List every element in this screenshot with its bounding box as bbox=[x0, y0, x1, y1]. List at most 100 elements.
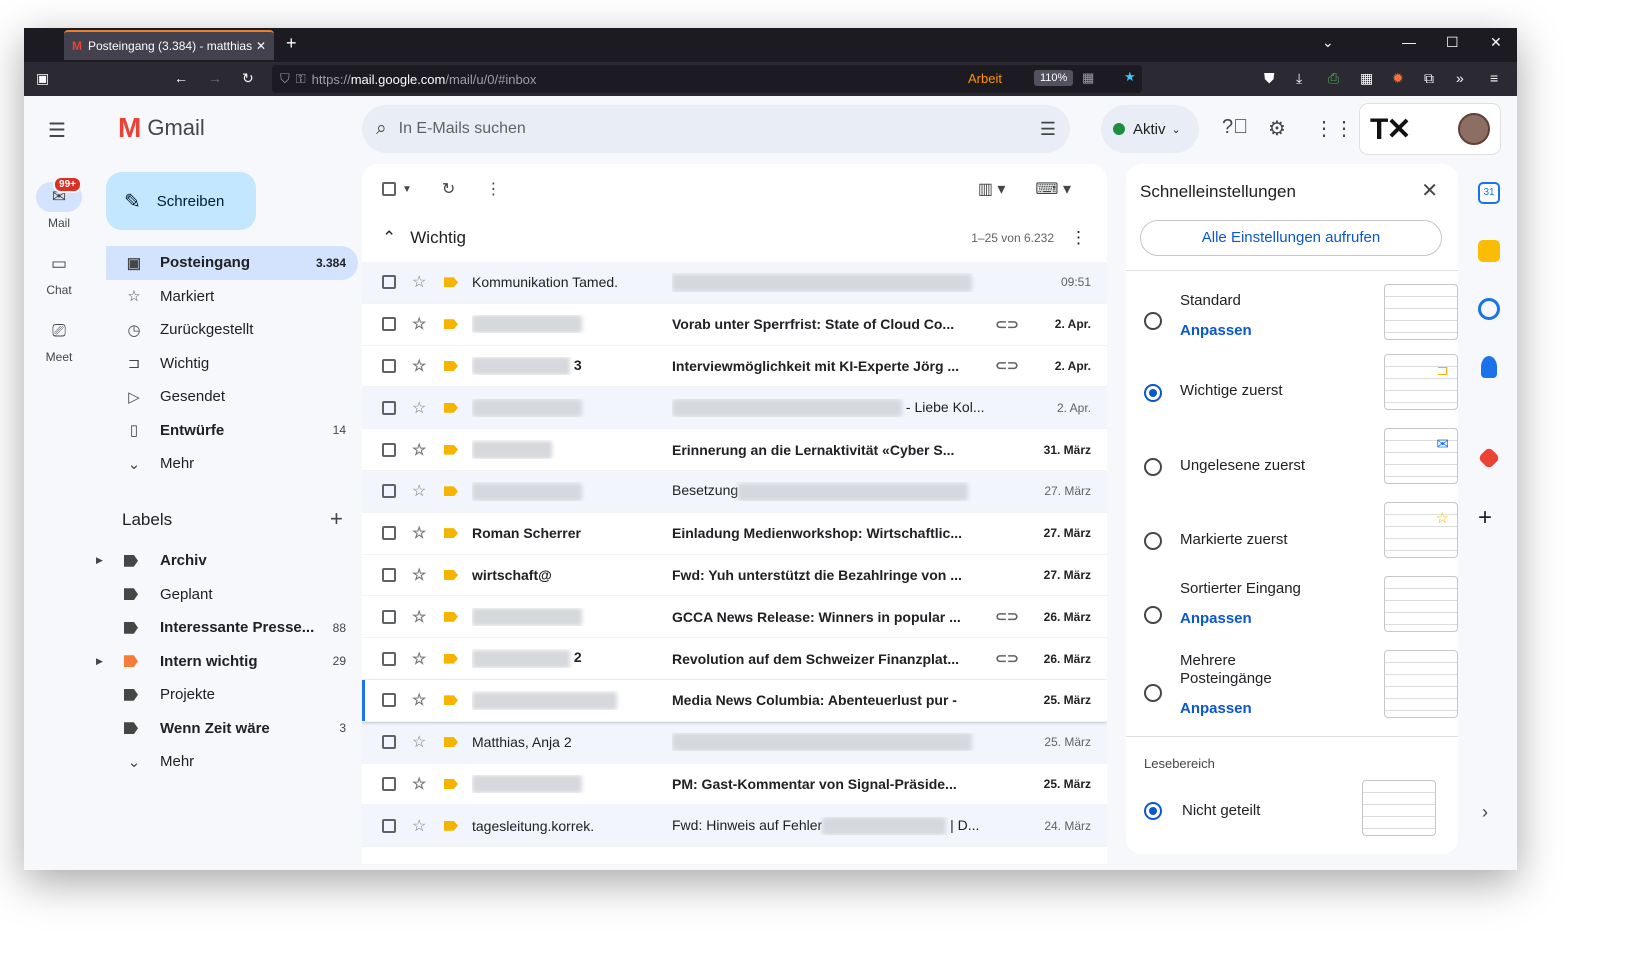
label-item[interactable]: Interessante Presse... 88 bbox=[106, 611, 358, 645]
row-checkbox[interactable] bbox=[382, 484, 396, 499]
search-bar[interactable]: ⌕ In E-Mails suchen ☰ bbox=[362, 105, 1070, 153]
star-icon[interactable]: ☆ bbox=[412, 440, 436, 460]
download-icon[interactable]: ⤓ bbox=[1296, 70, 1302, 87]
rail-chat[interactable]: ▭ Chat bbox=[24, 249, 94, 297]
select-all-checkbox[interactable] bbox=[382, 182, 396, 196]
star-icon[interactable]: ☆ bbox=[412, 649, 436, 669]
star-icon[interactable]: ☆ bbox=[412, 398, 436, 418]
keep-icon[interactable] bbox=[1478, 240, 1500, 262]
table-row[interactable]: ☆ - Liebe Kol... 2. Apr. bbox=[362, 387, 1107, 430]
maximize-icon[interactable]: ☐ bbox=[1446, 34, 1459, 51]
customize-link[interactable]: Anpassen bbox=[1180, 700, 1252, 717]
browser-tab[interactable]: M Posteingang (3.384) - matthias ✕ bbox=[64, 30, 274, 60]
refresh-icon[interactable]: ↻ bbox=[442, 179, 455, 199]
chevron-right-icon[interactable]: › bbox=[1482, 802, 1488, 823]
row-checkbox[interactable] bbox=[382, 358, 396, 373]
close-window-icon[interactable]: ✕ bbox=[1490, 34, 1502, 51]
important-marker-icon[interactable] bbox=[444, 737, 458, 748]
printer-icon[interactable]: ⎙ bbox=[1328, 70, 1339, 87]
reload-icon[interactable]: ↻ bbox=[242, 70, 254, 87]
expand-icon[interactable]: ▶ bbox=[96, 555, 103, 566]
sidebar-item-inbox[interactable]: ▣ Posteingang 3.384 bbox=[106, 246, 358, 280]
more-vert-icon[interactable]: ⋮ bbox=[485, 179, 501, 199]
calendar-icon[interactable]: 31 bbox=[1478, 182, 1500, 204]
label-more[interactable]: ⌄ Mehr bbox=[106, 745, 358, 779]
sidebar-item-sent[interactable]: ▷ Gesendet bbox=[106, 380, 358, 414]
star-icon[interactable]: ☆ bbox=[412, 523, 436, 543]
row-checkbox[interactable] bbox=[382, 526, 396, 541]
tab-list-icon[interactable]: ⌄ bbox=[1322, 34, 1334, 51]
star-icon[interactable]: ☆ bbox=[412, 356, 436, 376]
sidebar-item-important[interactable]: ⊐ Wichtig bbox=[106, 347, 358, 381]
search-options-icon[interactable]: ☰ bbox=[1040, 119, 1056, 140]
grid-extension-icon[interactable]: ▦ bbox=[1360, 70, 1373, 87]
star-icon[interactable]: ☆ bbox=[412, 607, 436, 627]
rail-meet[interactable]: ⎚ Meet bbox=[24, 316, 94, 364]
row-checkbox[interactable] bbox=[382, 317, 396, 332]
table-row[interactable]: ☆ PM: Gast-Kommentar von Signal-Präside.… bbox=[362, 763, 1107, 806]
table-row[interactable]: ☆ Roman Scherrer Einladung Medienworkshop:… bbox=[362, 512, 1107, 555]
row-checkbox[interactable] bbox=[382, 609, 396, 624]
expand-icon[interactable]: ▶ bbox=[96, 656, 103, 667]
important-marker-icon[interactable] bbox=[444, 486, 458, 497]
row-checkbox[interactable] bbox=[382, 651, 396, 666]
rail-mail[interactable]: ✉ 99+ Mail bbox=[24, 176, 94, 230]
star-icon[interactable]: ☆ bbox=[412, 816, 436, 836]
important-marker-icon[interactable] bbox=[444, 695, 458, 706]
overflow-icon[interactable]: » bbox=[1456, 70, 1464, 86]
avatar[interactable] bbox=[1458, 113, 1490, 145]
important-marker-icon[interactable] bbox=[444, 444, 458, 455]
compose-button[interactable]: ✎ Schreiben bbox=[106, 172, 256, 230]
star-icon[interactable]: ☆ bbox=[412, 774, 436, 794]
star-icon[interactable]: ☆ bbox=[412, 481, 436, 501]
back-icon[interactable]: ← bbox=[174, 70, 188, 86]
important-marker-icon[interactable] bbox=[444, 402, 458, 413]
label-item[interactable]: ▶ Archiv bbox=[96, 544, 358, 578]
label-item[interactable]: Wenn Zeit wäre 3 bbox=[106, 712, 358, 746]
star-icon[interactable]: ☆ bbox=[412, 314, 436, 334]
addon-icon[interactable] bbox=[1477, 446, 1501, 470]
star-icon[interactable]: ☆ bbox=[412, 565, 436, 585]
star-icon[interactable]: ☆ bbox=[412, 272, 436, 292]
star-icon[interactable]: ☆ bbox=[412, 732, 436, 752]
radio-multiple[interactable] bbox=[1144, 684, 1162, 702]
gmail-logo[interactable]: M Gmail bbox=[118, 112, 205, 144]
account-area[interactable]: T✕ bbox=[1360, 104, 1500, 154]
row-checkbox[interactable] bbox=[382, 400, 396, 415]
star-icon[interactable]: ☆ bbox=[412, 690, 436, 710]
table-row[interactable]: ☆ Vorab unter Sperrfrist: State of Cloud… bbox=[362, 303, 1107, 346]
table-row[interactable]: ☆ Erinnerung an die Lernaktivität «Cyber… bbox=[362, 429, 1107, 471]
add-label-icon[interactable]: + bbox=[330, 506, 343, 532]
important-marker-icon[interactable] bbox=[444, 528, 458, 539]
important-marker-icon[interactable] bbox=[444, 360, 458, 371]
section-menu-icon[interactable]: ⋮ bbox=[1070, 228, 1087, 248]
add-addon-icon[interactable]: + bbox=[1478, 504, 1492, 532]
url-bar[interactable]: ⛉ ⚿ https://mail.google.com/mail/u/0/#in… bbox=[272, 65, 1142, 93]
bookmark-star-icon[interactable]: ★ bbox=[1124, 69, 1136, 85]
contacts-icon[interactable] bbox=[1481, 356, 1497, 378]
input-tools-icon[interactable]: ⌨ ▾ bbox=[1035, 179, 1071, 199]
important-marker-icon[interactable] bbox=[444, 653, 458, 664]
important-marker-icon[interactable] bbox=[444, 820, 458, 831]
important-marker-icon[interactable] bbox=[444, 778, 458, 789]
table-row[interactable]: ☆ Besetzung 27. März bbox=[362, 470, 1107, 513]
row-checkbox[interactable] bbox=[382, 818, 396, 833]
all-settings-button[interactable]: Alle Einstellungen aufrufen bbox=[1140, 220, 1442, 256]
label-item[interactable]: ▶ Intern wichtig 29 bbox=[96, 645, 358, 679]
customize-link[interactable]: Anpassen bbox=[1180, 610, 1252, 627]
table-row[interactable]: ☆ 2 Revolution auf dem Schweizer Finanzpl… bbox=[362, 638, 1107, 680]
settings-gear-icon[interactable]: ⚙ bbox=[1268, 116, 1286, 141]
forward-icon[interactable]: → bbox=[208, 70, 222, 86]
table-row[interactable]: ☆ 3 Interviewmöglichkeit mit KI-Experte J… bbox=[362, 345, 1107, 388]
table-row[interactable]: ☆ Media News Columbia: Abenteuerlust pur… bbox=[362, 679, 1107, 722]
table-row[interactable]: ☆ GCCA News Release: Winners in popular … bbox=[362, 596, 1107, 639]
row-checkbox[interactable] bbox=[382, 275, 396, 290]
menu-icon[interactable]: ≡ bbox=[1490, 70, 1498, 86]
tasks-icon[interactable] bbox=[1478, 298, 1500, 320]
important-marker-icon[interactable] bbox=[444, 319, 458, 330]
row-checkbox[interactable] bbox=[382, 442, 396, 457]
radio-unread[interactable] bbox=[1144, 458, 1162, 476]
split-pane-icon[interactable]: ▥ ▾ bbox=[978, 179, 1006, 199]
puzzle-icon[interactable]: ⧉ bbox=[1424, 70, 1434, 87]
shield-icon[interactable]: ⛉ bbox=[280, 71, 290, 87]
